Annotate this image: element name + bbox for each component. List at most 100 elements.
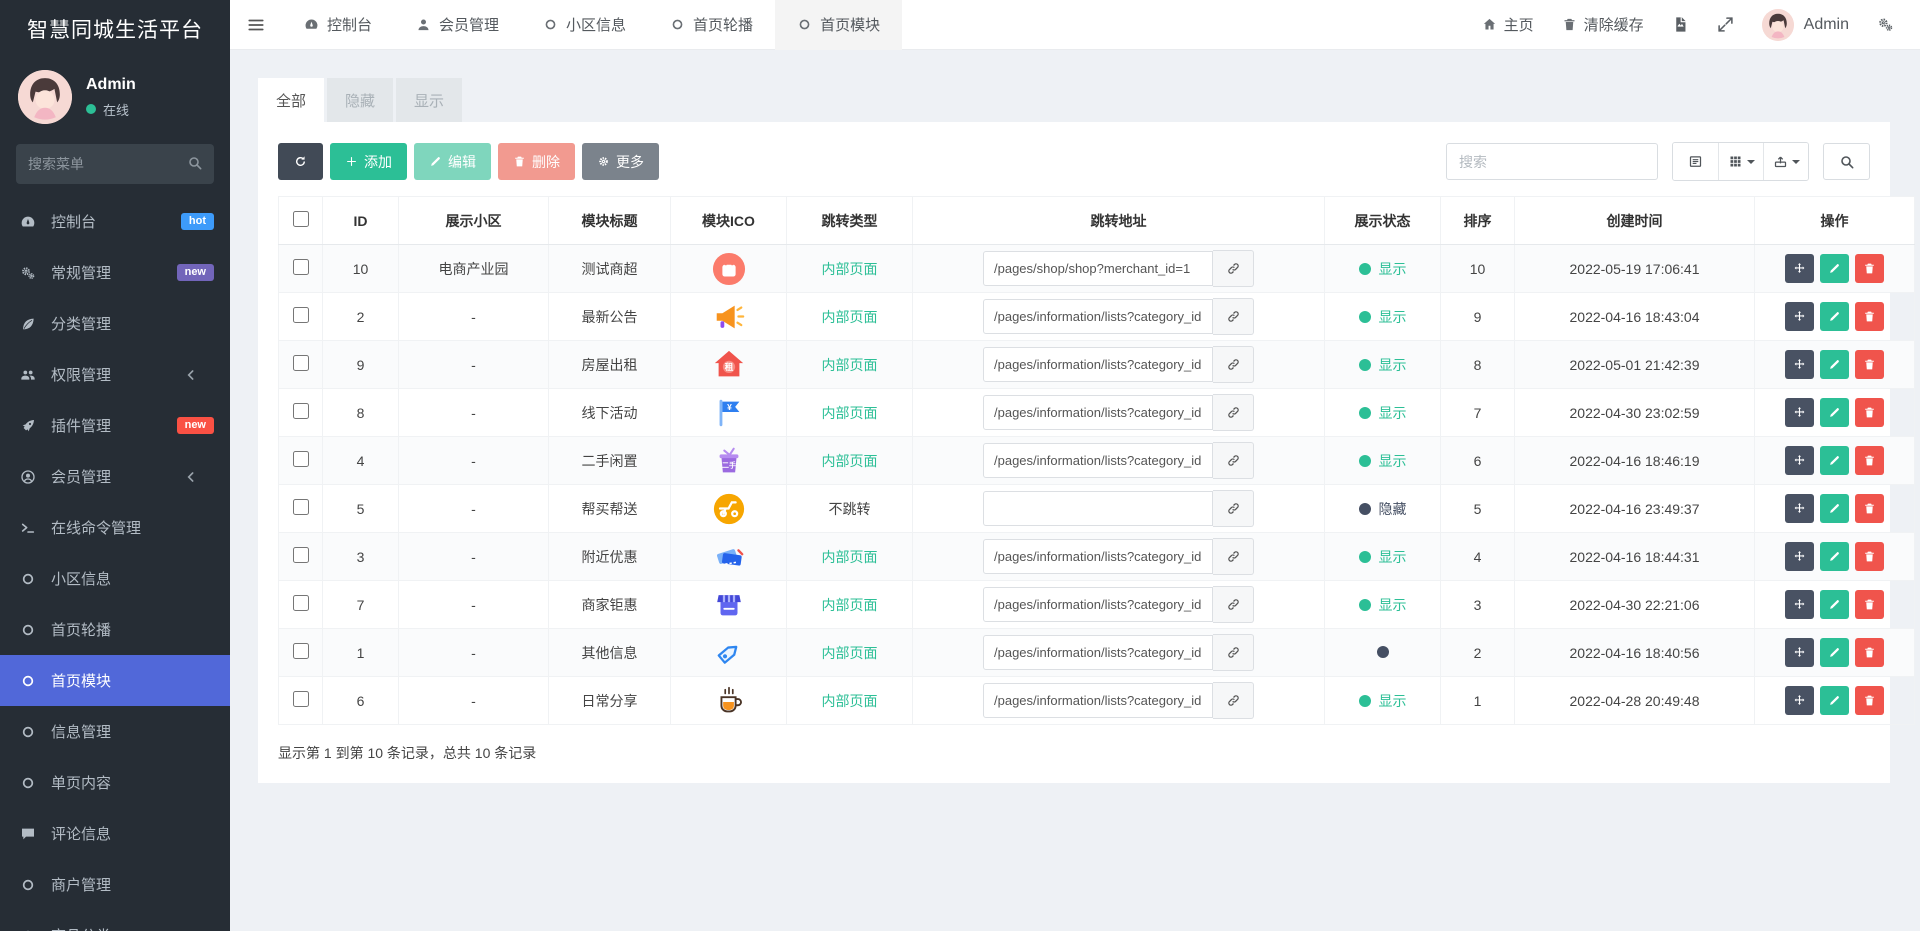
link-button[interactable]	[1213, 634, 1254, 671]
row-edit-button[interactable]	[1820, 542, 1849, 571]
drag-sort-button[interactable]	[1785, 350, 1814, 379]
row-checkbox[interactable]	[292, 499, 309, 515]
url-input[interactable]	[983, 443, 1213, 478]
link-button[interactable]	[1213, 442, 1254, 479]
row-edit-button[interactable]	[1820, 398, 1849, 427]
sidebar-item-评论信息[interactable]: 评论信息	[0, 808, 230, 859]
url-input[interactable]	[983, 635, 1213, 670]
table-search-input[interactable]	[1446, 143, 1658, 180]
delete-button[interactable]: 删除	[498, 143, 575, 180]
sidebar-item-首页模块[interactable]: 首页模块	[0, 655, 230, 706]
row-delete-button[interactable]	[1855, 638, 1884, 667]
select-all-checkbox[interactable]	[292, 211, 309, 227]
row-edit-button[interactable]	[1820, 446, 1849, 475]
drag-sort-button[interactable]	[1785, 542, 1814, 571]
row-checkbox[interactable]	[292, 547, 309, 563]
link-button[interactable]	[1213, 394, 1254, 431]
row-delete-button[interactable]	[1855, 542, 1884, 571]
home-link[interactable]: 主页	[1482, 14, 1534, 35]
row-delete-button[interactable]	[1855, 350, 1884, 379]
topnav-tab-小区信息[interactable]: 小区信息	[521, 0, 648, 50]
row-edit-button[interactable]	[1820, 350, 1849, 379]
docs-icon[interactable]	[1672, 16, 1689, 33]
row-edit-button[interactable]	[1820, 302, 1849, 331]
drag-sort-button[interactable]	[1785, 494, 1814, 523]
url-input[interactable]	[983, 587, 1213, 622]
add-button[interactable]: 添加	[330, 143, 407, 180]
link-button[interactable]	[1213, 682, 1254, 719]
url-input[interactable]	[983, 299, 1213, 334]
link-button[interactable]	[1213, 538, 1254, 575]
row-checkbox[interactable]	[292, 451, 309, 467]
drag-sort-button[interactable]	[1785, 446, 1814, 475]
sidebar-item-插件管理[interactable]: 插件管理 new	[0, 400, 230, 451]
row-checkbox[interactable]	[292, 691, 309, 707]
row-delete-button[interactable]	[1855, 446, 1884, 475]
link-button[interactable]	[1213, 298, 1254, 335]
link-button[interactable]	[1213, 346, 1254, 383]
more-button[interactable]: 更多	[582, 143, 659, 180]
filter-tab-隐藏[interactable]: 隐藏	[327, 78, 394, 122]
link-button[interactable]	[1213, 586, 1254, 623]
topnav-tab-会员管理[interactable]: 会员管理	[394, 0, 521, 50]
user-menu[interactable]: Admin	[1761, 8, 1849, 41]
url-input[interactable]	[983, 251, 1213, 286]
row-checkbox[interactable]	[292, 403, 309, 419]
sidebar-item-商品分类[interactable]: 商品分类	[0, 910, 230, 931]
menu-search-input[interactable]	[16, 144, 214, 184]
row-edit-button[interactable]	[1820, 590, 1849, 619]
sidebar-item-控制台[interactable]: 控制台 hot	[0, 196, 230, 247]
row-edit-button[interactable]	[1820, 254, 1849, 283]
row-delete-button[interactable]	[1855, 686, 1884, 715]
row-checkbox[interactable]	[292, 643, 309, 659]
link-button[interactable]	[1213, 250, 1254, 287]
row-delete-button[interactable]	[1855, 254, 1884, 283]
filter-tab-显示[interactable]: 显示	[396, 78, 463, 122]
row-delete-button[interactable]	[1855, 590, 1884, 619]
detail-view-button[interactable]	[1673, 143, 1718, 180]
gears-icon[interactable]	[1877, 16, 1894, 33]
row-delete-button[interactable]	[1855, 494, 1884, 523]
row-delete-button[interactable]	[1855, 302, 1884, 331]
edit-button[interactable]: 编辑	[414, 143, 491, 180]
refresh-button[interactable]	[278, 143, 323, 180]
row-delete-button[interactable]	[1855, 398, 1884, 427]
drag-sort-button[interactable]	[1785, 398, 1814, 427]
drag-sort-button[interactable]	[1785, 302, 1814, 331]
link-button[interactable]	[1213, 490, 1254, 527]
topnav-tab-首页轮播[interactable]: 首页轮播	[648, 0, 775, 50]
sidebar-item-在线命令管理[interactable]: 在线命令管理	[0, 502, 230, 553]
columns-button[interactable]	[1718, 143, 1763, 180]
row-edit-button[interactable]	[1820, 638, 1849, 667]
hamburger-icon[interactable]	[230, 0, 282, 50]
drag-sort-button[interactable]	[1785, 638, 1814, 667]
row-checkbox[interactable]	[292, 355, 309, 371]
sidebar-item-分类管理[interactable]: 分类管理	[0, 298, 230, 349]
row-checkbox[interactable]	[292, 259, 309, 275]
sidebar-item-常规管理[interactable]: 常规管理 new	[0, 247, 230, 298]
export-button[interactable]	[1763, 143, 1808, 180]
sidebar-item-小区信息[interactable]: 小区信息	[0, 553, 230, 604]
sidebar-item-单页内容[interactable]: 单页内容	[0, 757, 230, 808]
row-checkbox[interactable]	[292, 307, 309, 323]
topnav-tab-首页模块[interactable]: 首页模块	[775, 0, 903, 50]
row-edit-button[interactable]	[1820, 686, 1849, 715]
drag-sort-button[interactable]	[1785, 686, 1814, 715]
row-checkbox[interactable]	[292, 595, 309, 611]
drag-sort-button[interactable]	[1785, 254, 1814, 283]
sidebar-item-信息管理[interactable]: 信息管理	[0, 706, 230, 757]
drag-sort-button[interactable]	[1785, 590, 1814, 619]
filter-tab-全部[interactable]: 全部	[258, 78, 325, 122]
url-input[interactable]	[983, 491, 1213, 526]
url-input[interactable]	[983, 539, 1213, 574]
url-input[interactable]	[983, 347, 1213, 382]
search-button[interactable]	[1823, 143, 1870, 180]
url-input[interactable]	[983, 395, 1213, 430]
fullscreen-icon[interactable]	[1717, 16, 1734, 33]
topnav-tab-控制台[interactable]: 控制台	[282, 0, 394, 50]
sidebar-item-首页轮播[interactable]: 首页轮播	[0, 604, 230, 655]
clear-cache-link[interactable]: 清除缓存	[1562, 14, 1644, 35]
row-edit-button[interactable]	[1820, 494, 1849, 523]
sidebar-item-权限管理[interactable]: 权限管理	[0, 349, 230, 400]
sidebar-item-会员管理[interactable]: 会员管理	[0, 451, 230, 502]
